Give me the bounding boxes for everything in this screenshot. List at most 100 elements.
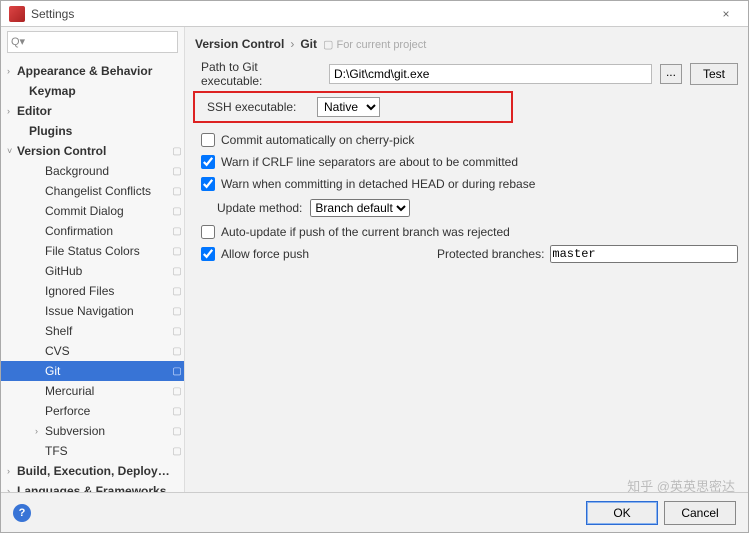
content-pane: Version Control › Git For current projec…: [185, 27, 748, 492]
dialog-footer: ? OK Cancel: [1, 492, 748, 532]
tree-item-commit-dialog[interactable]: Commit Dialog▢: [1, 201, 184, 221]
tree-item-label: File Status Colors: [45, 244, 170, 258]
git-path-input[interactable]: [329, 64, 652, 84]
tree-item-shelf[interactable]: Shelf▢: [1, 321, 184, 341]
auto-commit-cherry-checkbox[interactable]: [201, 133, 215, 147]
update-method-label: Update method:: [217, 201, 302, 215]
tree-arrow-icon: ›: [7, 466, 17, 476]
tree-arrow-icon: ˅: [7, 146, 17, 156]
tree-item-plugins[interactable]: Plugins: [1, 121, 184, 141]
browse-button[interactable]: ...: [660, 64, 682, 84]
tree-item-git[interactable]: Git▢: [1, 361, 184, 381]
project-scope-icon: ▢: [170, 386, 184, 397]
tree-item-label: Background: [45, 164, 170, 178]
project-scope-badge: For current project: [323, 38, 426, 51]
app-icon: [9, 6, 25, 22]
settings-tree: ›Appearance & BehaviorKeymap›EditorPlugi…: [1, 57, 184, 492]
tree-item-ignored-files[interactable]: Ignored Files▢: [1, 281, 184, 301]
tree-item-label: Languages & Frameworks: [17, 484, 170, 492]
tree-item-build-execution-deployment[interactable]: ›Build, Execution, Deployment: [1, 461, 184, 481]
project-scope-icon: ▢: [170, 426, 184, 437]
tree-item-label: Ignored Files: [45, 284, 170, 298]
auto-commit-cherry-label: Commit automatically on cherry-pick: [221, 133, 414, 147]
project-scope-icon: ▢: [170, 186, 184, 197]
tree-arrow-icon: ›: [7, 66, 17, 76]
window-title: Settings: [31, 7, 712, 21]
tree-item-github[interactable]: GitHub▢: [1, 261, 184, 281]
project-scope-icon: ▢: [170, 166, 184, 177]
allow-force-push-checkbox[interactable]: [201, 247, 215, 261]
tree-item-cvs[interactable]: CVS▢: [1, 341, 184, 361]
tree-item-label: TFS: [45, 444, 170, 458]
help-button[interactable]: ?: [13, 504, 31, 522]
project-scope-icon: ▢: [170, 146, 184, 157]
tree-item-label: Perforce: [45, 404, 170, 418]
auto-update-push-checkbox[interactable]: [201, 225, 215, 239]
ssh-exec-label: SSH executable:: [201, 100, 309, 114]
breadcrumb: Version Control › Git For current projec…: [195, 33, 738, 55]
tree-item-label: Build, Execution, Deployment: [17, 464, 170, 478]
tree-item-file-status-colors[interactable]: File Status Colors▢: [1, 241, 184, 261]
tree-item-perforce[interactable]: Perforce▢: [1, 401, 184, 421]
breadcrumb-root[interactable]: Version Control: [195, 37, 284, 51]
update-method-select[interactable]: Branch defaultMergeRebase: [310, 199, 410, 217]
close-icon[interactable]: ×: [712, 7, 740, 21]
tree-item-label: Git: [45, 364, 170, 378]
chevron-right-icon: ›: [290, 37, 294, 51]
tree-item-label: Plugins: [29, 124, 170, 138]
tree-item-languages-frameworks[interactable]: ›Languages & Frameworks: [1, 481, 184, 492]
tree-item-label: Editor: [17, 104, 170, 118]
tree-item-confirmation[interactable]: Confirmation▢: [1, 221, 184, 241]
sidebar: Q▾ ›Appearance & BehaviorKeymap›EditorPl…: [1, 27, 185, 492]
ssh-exec-select[interactable]: Built-inNative: [317, 97, 380, 117]
project-scope-icon: ▢: [170, 446, 184, 457]
project-scope-icon: ▢: [170, 246, 184, 257]
tree-item-changelist-conflicts[interactable]: Changelist Conflicts▢: [1, 181, 184, 201]
breadcrumb-leaf: Git: [300, 37, 317, 51]
tree-item-background[interactable]: Background▢: [1, 161, 184, 181]
warn-detached-checkbox[interactable]: [201, 177, 215, 191]
tree-item-label: Shelf: [45, 324, 170, 338]
tree-item-label: Keymap: [29, 84, 170, 98]
auto-update-push-label: Auto-update if push of the current branc…: [221, 225, 510, 239]
tree-item-label: Mercurial: [45, 384, 170, 398]
warn-crlf-checkbox[interactable]: [201, 155, 215, 169]
tree-arrow-icon: ›: [35, 426, 45, 436]
search-input[interactable]: [7, 31, 178, 53]
allow-force-push-label: Allow force push: [221, 247, 381, 261]
tree-item-subversion[interactable]: ›Subversion▢: [1, 421, 184, 441]
tree-item-label: Issue Navigation: [45, 304, 170, 318]
project-scope-icon: ▢: [170, 346, 184, 357]
search-icon: Q▾: [11, 35, 25, 48]
ssh-highlight-box: SSH executable: Built-inNative: [193, 91, 513, 123]
tree-item-keymap[interactable]: Keymap: [1, 81, 184, 101]
project-scope-icon: ▢: [170, 286, 184, 297]
tree-item-label: Subversion: [45, 424, 170, 438]
tree-item-label: Confirmation: [45, 224, 170, 238]
project-scope-icon: ▢: [170, 266, 184, 277]
project-scope-icon: ▢: [170, 326, 184, 337]
tree-item-editor[interactable]: ›Editor: [1, 101, 184, 121]
test-button[interactable]: Test: [690, 63, 738, 85]
project-scope-icon: ▢: [170, 306, 184, 317]
titlebar: Settings ×: [1, 1, 748, 27]
ok-button[interactable]: OK: [586, 501, 658, 525]
git-path-row: Path to Git executable: ... Test: [195, 61, 738, 87]
tree-item-appearance-behavior[interactable]: ›Appearance & Behavior: [1, 61, 184, 81]
cancel-button[interactable]: Cancel: [664, 501, 736, 525]
warn-crlf-label: Warn if CRLF line separators are about t…: [221, 155, 518, 169]
tree-item-label: Appearance & Behavior: [17, 64, 170, 78]
tree-item-version-control[interactable]: ˅Version Control▢: [1, 141, 184, 161]
tree-item-label: Changelist Conflicts: [45, 184, 170, 198]
tree-item-tfs[interactable]: TFS▢: [1, 441, 184, 461]
project-scope-icon: ▢: [170, 366, 184, 377]
project-scope-icon: ▢: [170, 206, 184, 217]
tree-item-label: GitHub: [45, 264, 170, 278]
tree-item-label: Commit Dialog: [45, 204, 170, 218]
tree-item-issue-navigation[interactable]: Issue Navigation▢: [1, 301, 184, 321]
tree-item-mercurial[interactable]: Mercurial▢: [1, 381, 184, 401]
tree-item-label: Version Control: [17, 144, 170, 158]
project-scope-icon: ▢: [170, 226, 184, 237]
protected-branches-input[interactable]: [550, 245, 738, 263]
protected-branches-label: Protected branches:: [437, 247, 544, 261]
